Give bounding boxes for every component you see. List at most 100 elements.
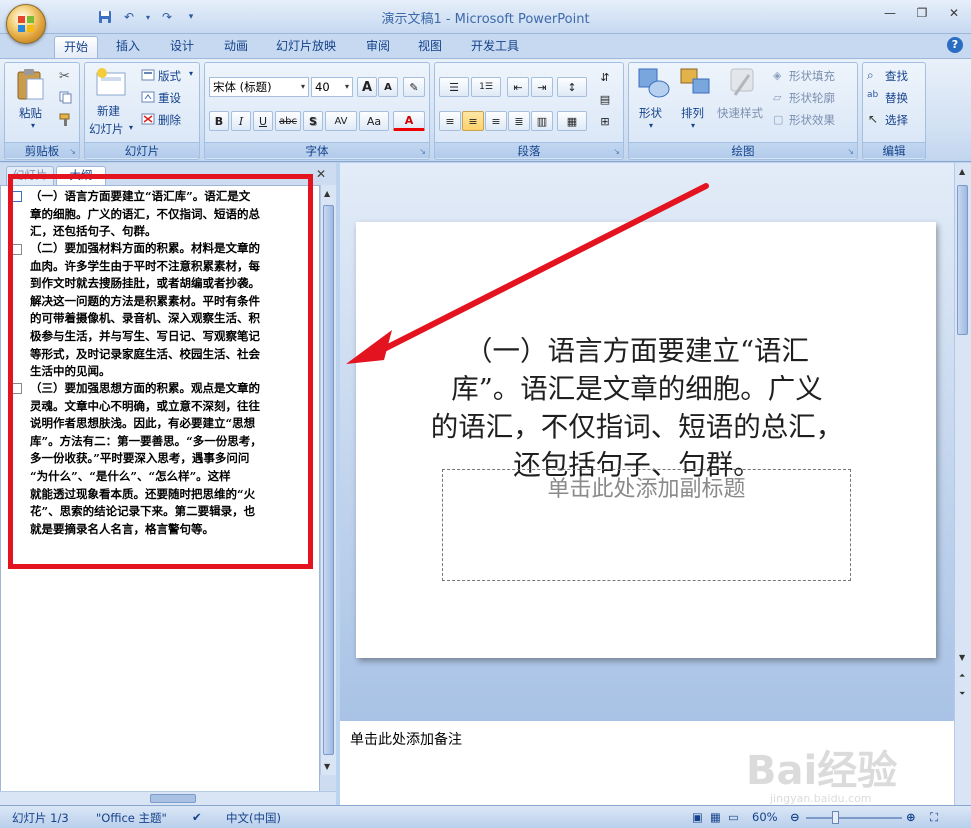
paste-dropdown-icon[interactable]: ▾ <box>31 121 35 130</box>
tab-slides[interactable]: 幻灯片 <box>6 166 54 185</box>
arrange-button[interactable]: 排列 <box>681 105 704 121</box>
copy-icon[interactable] <box>59 91 72 107</box>
align-text-icon[interactable]: ▤ <box>593 89 617 109</box>
change-case-button[interactable]: Aa <box>359 111 389 131</box>
slide-sorter-icon[interactable]: ▦ <box>710 810 721 824</box>
tab-insert[interactable]: 插入 <box>108 36 148 58</box>
language-indicator[interactable]: 中文(中国) <box>226 810 281 826</box>
bold-button[interactable]: B <box>209 111 229 131</box>
outline-horizontal-scrollbar[interactable] <box>0 791 336 805</box>
line-spacing-icon[interactable]: ↕ <box>557 77 587 97</box>
shape-outline-button[interactable]: 形状轮廓 <box>789 90 835 106</box>
theme-name[interactable]: "Office 主题" <box>96 810 167 826</box>
slide-2-icon[interactable] <box>8 244 22 255</box>
help-icon[interactable]: ? <box>947 37 963 53</box>
quick-styles-icon[interactable] <box>725 67 759 102</box>
slideshow-view-icon[interactable]: ▭ <box>728 810 739 824</box>
arrange-icon[interactable] <box>679 67 713 102</box>
quick-styles-button[interactable]: 快速样式 <box>717 105 763 121</box>
shrink-font-button[interactable]: A <box>378 77 398 97</box>
slide-scroll-thumb[interactable] <box>957 185 968 335</box>
italic-button[interactable]: I <box>231 111 251 131</box>
shape-fill-button[interactable]: 形状填充 <box>789 68 835 84</box>
zoom-out-icon[interactable]: ⊖ <box>790 810 800 824</box>
bullets-icon[interactable]: ☰ <box>439 77 469 97</box>
reset-icon[interactable] <box>141 91 155 106</box>
normal-view-icon[interactable]: ▣ <box>692 810 703 824</box>
slide-3-icon[interactable] <box>8 383 22 394</box>
select-button[interactable]: 选择 <box>885 112 908 128</box>
numbering-icon[interactable]: 1☰ <box>471 77 501 97</box>
font-size-combo[interactable]: 40 ▾ <box>311 77 353 97</box>
slide-title[interactable]: （一）语言方面要建立“语汇 库”。语汇是文章的细胞。广义 的语汇，不仅指词、短语… <box>402 332 872 484</box>
tab-slideshow[interactable]: 幻灯片放映 <box>268 36 344 58</box>
tab-developer[interactable]: 开发工具 <box>462 36 528 58</box>
pane-close-icon[interactable]: ✕ <box>316 167 326 181</box>
subtitle-placeholder-text[interactable]: 单击此处添加副标题 <box>442 471 851 503</box>
new-slide-label-1[interactable]: 新建 <box>97 103 120 119</box>
grow-font-button[interactable]: A <box>357 77 377 97</box>
outline-vertical-scrollbar[interactable]: ▲ ▼ <box>320 185 336 775</box>
outline-scroll-thumb[interactable] <box>323 205 334 755</box>
replace-icon[interactable]: ab <box>867 90 878 100</box>
shape-outline-icon[interactable]: ▱ <box>773 91 781 104</box>
zoom-slider-thumb[interactable] <box>832 811 839 824</box>
previous-slide-icon[interactable]: ⏶ <box>959 671 965 681</box>
fit-to-window-icon[interactable]: ⛶ <box>930 810 938 825</box>
restore-icon[interactable]: ❐ <box>913 6 931 22</box>
new-slide-dropdown-icon[interactable]: ▾ <box>129 123 133 132</box>
cut-icon[interactable]: ✂ <box>59 69 70 84</box>
paragraph-launcher-icon[interactable]: ↘ <box>613 147 620 156</box>
tab-animation[interactable]: 动画 <box>214 36 258 58</box>
outline-paragraph-1[interactable]: （一）语言方面要建立“语汇库”。语汇是文 章的细胞。广义的语汇，不仅指词、短语的… <box>30 188 302 241</box>
find-icon[interactable]: ⌕ <box>867 68 874 83</box>
align-center-icon[interactable]: ≡ <box>462 111 484 131</box>
scroll-up-icon[interactable]: ▲ <box>324 189 330 198</box>
shape-effects-icon[interactable]: ▢ <box>773 113 783 126</box>
notes-pane[interactable]: 单击此处添加备注 <box>340 717 954 805</box>
font-color-button[interactable]: A <box>393 111 425 131</box>
font-name-combo[interactable]: 宋体 (标题) ▾ <box>209 77 309 97</box>
outline-paragraph-3[interactable]: （三）要加强思想方面的积累。观点是文章的 灵魂。文章中心不明确，或立意不深刻，往… <box>30 380 302 538</box>
strikethrough-button[interactable]: abc <box>275 111 301 131</box>
tab-home[interactable]: 开始 <box>54 36 98 58</box>
align-right-icon[interactable]: ≡ <box>485 111 507 131</box>
paste-icon[interactable] <box>15 67 45 104</box>
hscroll-thumb[interactable] <box>150 794 196 803</box>
arrange-dropdown-icon[interactable]: ▾ <box>691 121 695 130</box>
format-painter-icon[interactable] <box>59 113 72 129</box>
delete-slide-icon[interactable] <box>141 113 155 128</box>
tab-view[interactable]: 视图 <box>410 36 450 58</box>
shapes-icon[interactable] <box>637 67 671 102</box>
font-launcher-icon[interactable]: ↘ <box>419 147 426 156</box>
font-name-dropdown-icon[interactable]: ▾ <box>301 78 305 96</box>
tab-outline[interactable]: 大纲 <box>56 166 106 185</box>
shapes-button[interactable]: 形状 <box>639 105 662 121</box>
slide-1-icon[interactable] <box>8 191 22 202</box>
shape-fill-icon[interactable]: ◈ <box>773 69 781 82</box>
layout-button[interactable]: 版式 <box>158 68 181 84</box>
delete-slide-button[interactable]: 删除 <box>158 112 181 128</box>
char-spacing-button[interactable]: AV <box>325 111 357 131</box>
align-left-icon[interactable]: ≡ <box>439 111 461 131</box>
layout-dropdown-icon[interactable]: ▾ <box>189 69 193 78</box>
scroll-down-icon[interactable]: ▼ <box>324 762 330 771</box>
office-button[interactable] <box>6 4 46 44</box>
notes-placeholder[interactable]: 单击此处添加备注 <box>350 729 462 749</box>
underline-button[interactable]: U <box>253 111 273 131</box>
zoom-level[interactable]: 60% <box>752 810 778 824</box>
columns-icon[interactable]: ▦ <box>557 111 587 131</box>
zoom-in-icon[interactable]: ⊕ <box>906 810 916 824</box>
minimize-icon[interactable]: — <box>881 6 899 22</box>
justify-icon[interactable]: ≣ <box>508 111 530 131</box>
distribute-icon[interactable]: ▥ <box>531 111 553 131</box>
tab-review[interactable]: 审阅 <box>356 36 400 58</box>
shape-effects-button[interactable]: 形状效果 <box>789 112 835 128</box>
next-slide-icon[interactable]: ⏷ <box>959 689 965 699</box>
notes-vertical-scrollbar[interactable] <box>954 717 971 805</box>
new-slide-icon[interactable] <box>95 67 127 100</box>
slide-vertical-scrollbar[interactable]: ▲ ▼ ⏶ ⏷ <box>954 163 971 717</box>
paste-button[interactable]: 粘贴 <box>19 105 42 121</box>
smartart-icon[interactable]: ⊞ <box>593 111 617 131</box>
shadow-button[interactable]: S <box>303 111 323 131</box>
